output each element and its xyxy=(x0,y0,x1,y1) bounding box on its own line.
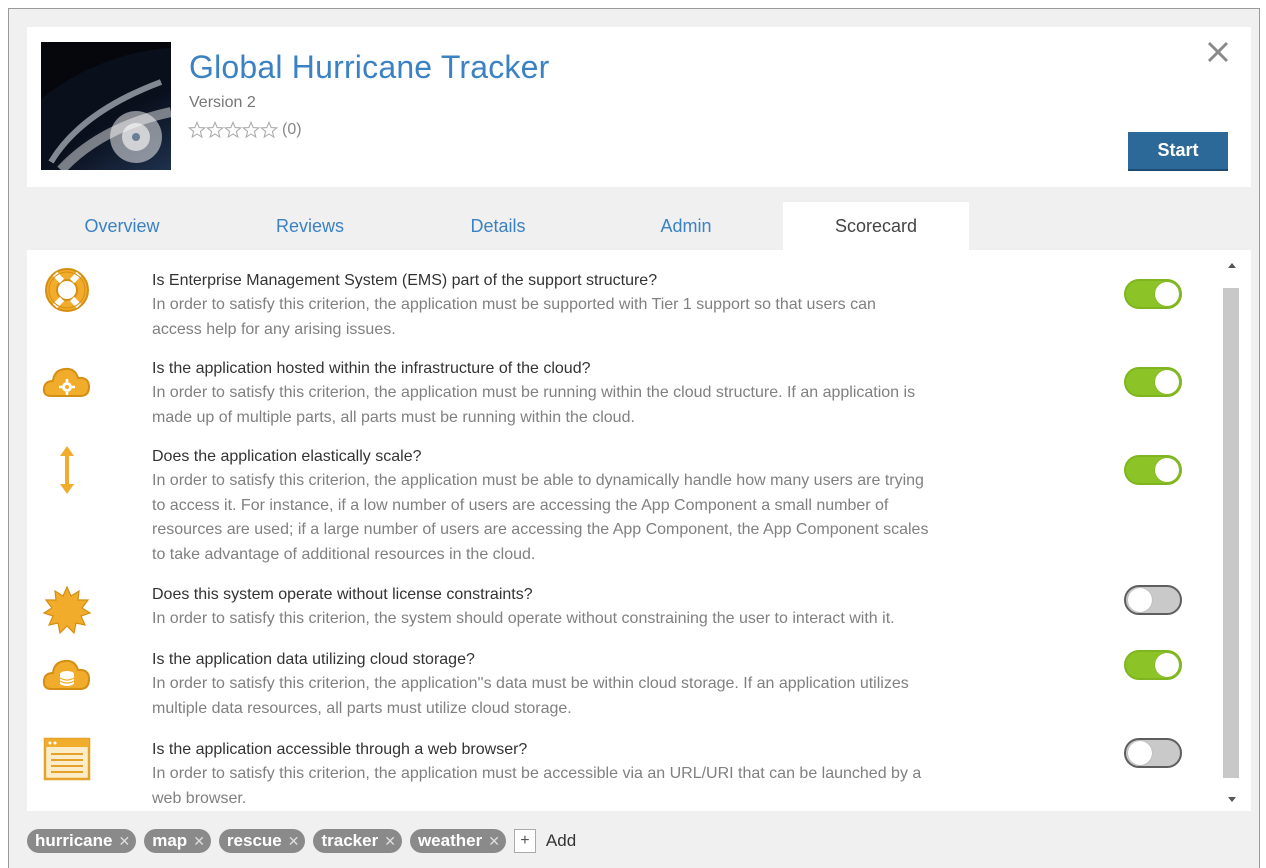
toggle-knob xyxy=(1155,370,1179,394)
close-icon xyxy=(1207,41,1229,63)
star-icon[interactable] xyxy=(224,121,242,139)
app-details-dialog: Global Hurricane Tracker Version 2 (0) S… xyxy=(8,8,1260,868)
browser-window-icon xyxy=(43,737,91,781)
criterion-description: access help for any arising issues. xyxy=(152,320,396,338)
app-title: Global Hurricane Tracker xyxy=(189,49,550,85)
criterion-description: resources are used; if a large number of… xyxy=(152,521,929,538)
star-icon[interactable] xyxy=(188,121,206,139)
criterion-item: Is the application data utilizing cloud … xyxy=(27,641,1217,721)
star-rating[interactable]: (0) xyxy=(188,120,302,140)
toggle-knob xyxy=(1155,458,1179,482)
criterion-description: In order to satisfy this criterion, the … xyxy=(152,472,924,489)
toggle-knob xyxy=(1155,282,1179,306)
scorecard-panel: Is Enterprise Management System (EMS) pa… xyxy=(27,250,1251,811)
criterion-description: In order to satisfy this criterion, the … xyxy=(152,296,876,313)
criterion-description: In order to satisfy this criterion, the … xyxy=(152,765,922,782)
remove-tag-icon[interactable]: ✕ xyxy=(193,833,205,850)
criterion-question: Is the application hosted within the inf… xyxy=(152,360,591,377)
criterion-toggle[interactable] xyxy=(1124,279,1182,309)
tag-label: rescue xyxy=(226,831,282,850)
add-tag-label[interactable]: Add xyxy=(546,831,576,851)
tab-bar: Overview Reviews Details Admin Scorecard xyxy=(27,202,1251,250)
app-thumbnail xyxy=(41,42,171,170)
tag-label: weather xyxy=(417,831,483,850)
tab-scorecard[interactable]: Scorecard xyxy=(783,202,969,250)
scroll-up-icon[interactable] xyxy=(1228,263,1236,268)
criterion-description: to take advantage of additional resource… xyxy=(152,545,536,563)
criterion-description: In order to satisfy this criterion, the … xyxy=(152,675,909,692)
tag-chip: rescue ✕ xyxy=(218,829,306,853)
star-icon[interactable] xyxy=(206,121,224,139)
criterion-description: made up of multiple parts, all parts mus… xyxy=(152,408,635,426)
tab-details[interactable]: Details xyxy=(433,202,563,250)
toggle-knob xyxy=(1155,653,1179,677)
tag-chip: hurricane ✕ xyxy=(27,829,137,853)
star-icon[interactable] xyxy=(260,121,278,139)
criterion-description: In order to satisfy this criterion, the … xyxy=(152,610,895,627)
scrollbar-thumb[interactable] xyxy=(1223,288,1239,778)
criterion-toggle[interactable] xyxy=(1124,367,1182,397)
lifebuoy-icon xyxy=(45,268,89,312)
scroll-down-icon[interactable] xyxy=(1228,797,1236,802)
tag-label: tracker xyxy=(321,831,379,850)
toggle-knob xyxy=(1128,741,1152,765)
scrollbar[interactable] xyxy=(1223,250,1243,811)
criterion-question: Is the application accessible through a … xyxy=(152,741,528,758)
criterion-description: to access it. For instance, if a low num… xyxy=(152,496,889,514)
tag-chip: tracker ✕ xyxy=(313,829,402,853)
remove-tag-icon[interactable]: ✕ xyxy=(384,833,396,850)
criterion-question: Is Enterprise Management System (EMS) pa… xyxy=(152,272,658,289)
tag-chip: weather ✕ xyxy=(409,829,506,853)
tag-list: hurricane ✕ map ✕ rescue ✕ tracker ✕ weather… xyxy=(27,827,576,855)
criterion-item: Is Enterprise Management System (EMS) pa… xyxy=(27,262,1217,342)
app-header: Global Hurricane Tracker Version 2 (0) S… xyxy=(27,27,1251,187)
tag-label: hurricane xyxy=(35,831,113,850)
criterion-question: Does the application elastically scale? xyxy=(152,448,422,465)
criterion-item: Is the application accessible through a … xyxy=(27,728,1217,808)
criterion-item: Is the application hosted within the inf… xyxy=(27,350,1217,430)
add-tag-button[interactable]: + xyxy=(513,829,536,853)
cloud-database-icon xyxy=(42,659,91,690)
criterion-description: web browser. xyxy=(152,789,247,807)
app-version: Version 2 xyxy=(189,94,256,111)
cloud-gear-icon xyxy=(42,367,91,397)
remove-tag-icon[interactable]: ✕ xyxy=(488,833,500,850)
star-icon[interactable] xyxy=(242,121,260,139)
criterion-toggle[interactable] xyxy=(1124,650,1182,680)
criterion-description: multiple data resources, all parts must … xyxy=(152,699,572,717)
tab-admin[interactable]: Admin xyxy=(621,202,751,250)
criterion-item: Does this system operate without license… xyxy=(27,576,1217,636)
criterion-toggle[interactable] xyxy=(1124,455,1182,485)
tab-reviews[interactable]: Reviews xyxy=(245,202,375,250)
starburst-icon xyxy=(42,585,92,635)
toggle-knob xyxy=(1128,588,1152,612)
criterion-question: Does this system operate without license… xyxy=(152,586,533,603)
close-button[interactable] xyxy=(1205,39,1231,65)
criterion-toggle[interactable] xyxy=(1124,585,1182,615)
tab-overview[interactable]: Overview xyxy=(57,202,187,250)
criterion-item: Does the application elastically scale? … xyxy=(27,438,1217,568)
tag-chip: map ✕ xyxy=(144,829,211,853)
rating-count: (0) xyxy=(282,121,302,138)
criterion-toggle[interactable] xyxy=(1124,738,1182,768)
start-button[interactable]: Start xyxy=(1128,132,1228,171)
vertical-arrows-icon xyxy=(60,446,74,494)
remove-tag-icon[interactable]: ✕ xyxy=(288,833,300,850)
criterion-question: Is the application data utilizing cloud … xyxy=(152,651,475,668)
criterion-description: In order to satisfy this criterion, the … xyxy=(152,384,916,401)
remove-tag-icon[interactable]: ✕ xyxy=(118,833,130,850)
tag-label: map xyxy=(152,831,188,850)
